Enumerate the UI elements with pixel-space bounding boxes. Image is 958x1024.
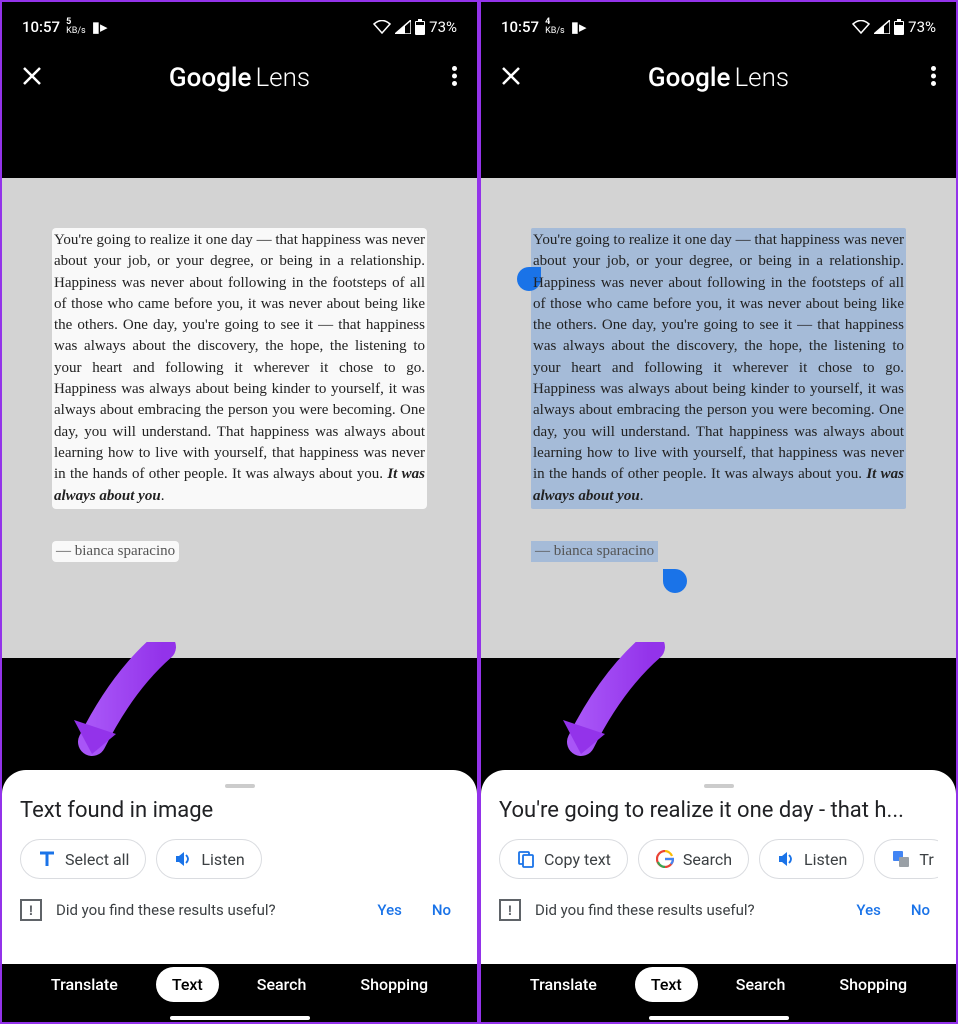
phone-left: 10:57 5KB/s ▮▸ 73% GoogleLens xyxy=(0,0,479,1024)
status-left: 10:57 4KB/s ▮▸ xyxy=(501,18,586,36)
bottom-sheet[interactable]: Text found in image Select all Listen ! … xyxy=(2,770,477,964)
wifi-icon xyxy=(852,20,870,34)
battery-icon xyxy=(894,19,904,35)
app-header: GoogleLens xyxy=(481,48,956,108)
image-preview[interactable]: You're going to realize it one day — tha… xyxy=(481,178,956,658)
feedback-icon: ! xyxy=(499,899,521,921)
status-speed: 4KB/s xyxy=(545,18,565,36)
listen-button[interactable]: Listen xyxy=(759,839,864,879)
app-header: GoogleLens xyxy=(2,48,477,108)
close-icon xyxy=(22,66,42,86)
status-time: 10:57 xyxy=(501,18,539,36)
feedback-text: Did you find these results useful? xyxy=(56,901,355,919)
feedback-no[interactable]: No xyxy=(424,901,459,919)
feedback-row: ! Did you find these results useful? Yes… xyxy=(499,899,938,921)
select-all-button[interactable]: Select all xyxy=(20,839,146,879)
tab-translate[interactable]: Translate xyxy=(514,967,613,1002)
status-bar: 10:57 5KB/s ▮▸ 73% xyxy=(2,2,477,48)
annotation-arrow xyxy=(62,642,182,762)
battery-icon xyxy=(415,19,425,35)
drag-handle[interactable] xyxy=(704,784,734,788)
status-time: 10:57 xyxy=(22,18,60,36)
status-bar: 10:57 4KB/s ▮▸ 73% xyxy=(481,2,956,48)
battery-percent: 73% xyxy=(429,18,457,36)
app-title: GoogleLens xyxy=(648,63,789,93)
notification-icon: ▮▸ xyxy=(571,18,587,36)
tab-search[interactable]: Search xyxy=(720,967,802,1002)
wifi-icon xyxy=(373,20,391,34)
mode-tabs: Translate Text Search Shopping xyxy=(481,959,956,1010)
selection-handle-end[interactable] xyxy=(663,569,687,593)
tab-shopping[interactable]: Shopping xyxy=(344,967,444,1002)
translate-button[interactable]: Tr xyxy=(874,839,938,879)
notification-icon: ▮▸ xyxy=(92,18,108,36)
signal-icon xyxy=(874,20,890,34)
selected-author[interactable]: — bianca sparacino xyxy=(531,541,658,562)
detected-author[interactable]: — bianca sparacino xyxy=(52,541,179,562)
speaker-icon xyxy=(173,849,193,869)
app-title: GoogleLens xyxy=(169,63,310,93)
more-vert-icon xyxy=(452,66,457,86)
status-speed: 5KB/s xyxy=(66,18,86,36)
copy-icon xyxy=(516,849,536,869)
tab-text[interactable]: Text xyxy=(156,967,219,1002)
feedback-icon: ! xyxy=(20,899,42,921)
tab-translate[interactable]: Translate xyxy=(35,967,134,1002)
feedback-row: ! Did you find these results useful? Yes… xyxy=(20,899,459,921)
status-left: 10:57 5KB/s ▮▸ xyxy=(22,18,107,36)
close-button[interactable] xyxy=(22,64,50,92)
status-right: 73% xyxy=(852,18,936,36)
more-vert-icon xyxy=(931,66,936,86)
status-right: 73% xyxy=(373,18,457,36)
search-button[interactable]: Search xyxy=(638,839,749,879)
text-icon xyxy=(37,849,57,869)
feedback-yes[interactable]: Yes xyxy=(848,901,888,919)
battery-percent: 73% xyxy=(908,18,936,36)
close-icon xyxy=(501,66,521,86)
bottom-sheet[interactable]: You're going to realize it one day - tha… xyxy=(481,770,956,964)
nav-home-indicator[interactable] xyxy=(649,1016,789,1020)
overflow-menu-button[interactable] xyxy=(908,66,936,91)
selected-text[interactable]: You're going to realize it one day — tha… xyxy=(531,228,906,509)
tab-shopping[interactable]: Shopping xyxy=(823,967,923,1002)
action-chips: Select all Listen xyxy=(20,839,459,879)
copy-text-button[interactable]: Copy text xyxy=(499,839,628,879)
image-preview[interactable]: You're going to realize it one day — tha… xyxy=(2,178,477,658)
tab-search[interactable]: Search xyxy=(241,967,323,1002)
listen-button[interactable]: Listen xyxy=(156,839,261,879)
feedback-yes[interactable]: Yes xyxy=(369,901,409,919)
feedback-no[interactable]: No xyxy=(903,901,938,919)
signal-icon xyxy=(395,20,411,34)
speaker-icon xyxy=(776,849,796,869)
action-chips: Copy text Search Listen Tr xyxy=(499,839,938,879)
translate-icon xyxy=(891,849,911,869)
detected-text[interactable]: You're going to realize it one day — tha… xyxy=(52,228,427,509)
nav-home-indicator[interactable] xyxy=(170,1016,310,1020)
overflow-menu-button[interactable] xyxy=(429,66,457,91)
sheet-title: You're going to realize it one day - tha… xyxy=(499,798,938,823)
annotation-arrow xyxy=(551,642,671,762)
google-icon xyxy=(655,849,675,869)
close-button[interactable] xyxy=(501,64,529,92)
sheet-title: Text found in image xyxy=(20,798,459,823)
feedback-text: Did you find these results useful? xyxy=(535,901,834,919)
mode-tabs: Translate Text Search Shopping xyxy=(2,959,477,1010)
phone-right: 10:57 4KB/s ▮▸ 73% GoogleLens xyxy=(479,0,958,1024)
tab-text[interactable]: Text xyxy=(635,967,698,1002)
drag-handle[interactable] xyxy=(225,784,255,788)
